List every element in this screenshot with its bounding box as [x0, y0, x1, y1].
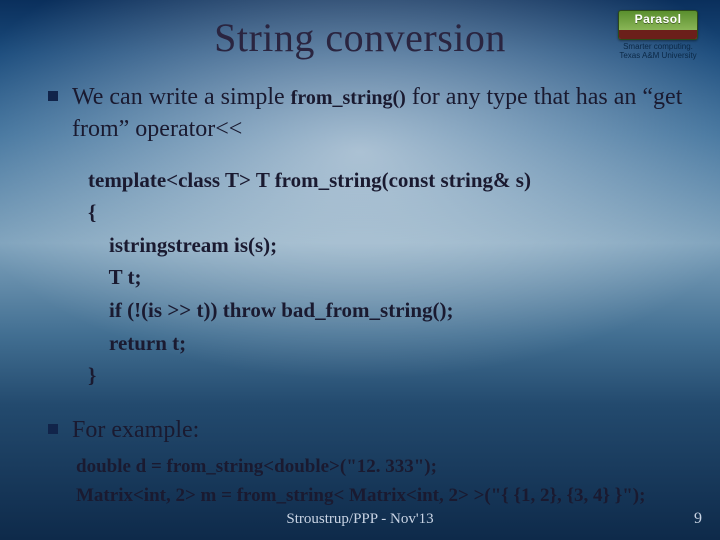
code-line: Matrix<int, 2> m = from_string< Matrix<i…	[76, 481, 684, 510]
slide: Parasol Smarter computing. Texas A&M Uni…	[0, 0, 720, 540]
code-line: template<class T> T from_string(const st…	[88, 164, 684, 197]
footer-text: Stroustrup/PPP - Nov'13	[0, 511, 720, 528]
code-block: template<class T> T from_string(const st…	[88, 164, 684, 392]
bullet-text: For example:	[72, 414, 199, 446]
code-inline: from_string()	[291, 87, 406, 109]
logo-box: Parasol	[618, 10, 698, 40]
example-block: double d = from_string<double>("12. 333"…	[76, 452, 684, 511]
logo-stripe	[619, 30, 697, 39]
bullet-item: For example:	[48, 414, 684, 446]
code-line: istringstream is(s);	[88, 229, 684, 262]
logo-word: Parasol	[619, 12, 697, 26]
logo-tagline: Smarter computing.	[610, 42, 706, 51]
logo-university: Texas A&M University	[610, 51, 706, 60]
code-line: {	[88, 196, 684, 229]
slide-body: We can write a simple from_string() for …	[0, 61, 720, 511]
text-fragment: for any type that has an	[406, 84, 643, 110]
bullet-item: We can write a simple from_string() for …	[48, 81, 684, 146]
code-line: T t;	[88, 261, 684, 294]
code-line: }	[88, 359, 684, 392]
page-number: 9	[694, 510, 702, 528]
code-line: if (!(is >> t)) throw bad_from_string();	[88, 294, 684, 327]
square-bullet-icon	[48, 91, 58, 101]
code-line: double d = from_string<double>("12. 333"…	[76, 452, 684, 481]
bullet-text: We can write a simple from_string() for …	[72, 81, 684, 146]
square-bullet-icon	[48, 424, 58, 434]
logo: Parasol Smarter computing. Texas A&M Uni…	[610, 10, 706, 60]
code-line: return t;	[88, 327, 684, 360]
text-fragment: We can write a simple	[72, 84, 291, 110]
